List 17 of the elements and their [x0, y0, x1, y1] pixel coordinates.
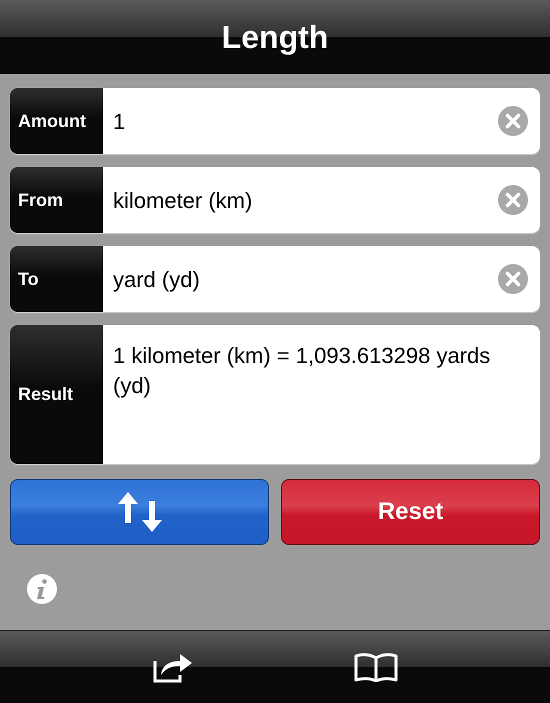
swap-button[interactable] [10, 479, 269, 545]
reset-button[interactable]: Reset [281, 479, 540, 545]
input-field[interactable]: yard (yd) [103, 246, 540, 312]
field-label: To [10, 246, 103, 312]
input-field[interactable]: kilometer (km) [103, 167, 540, 233]
clear-icon[interactable] [498, 185, 528, 215]
clear-icon[interactable] [498, 106, 528, 136]
input-field[interactable]: 1 [103, 88, 540, 154]
window-title: Length [222, 18, 328, 57]
field-label: From [10, 167, 103, 233]
field-label: Result [10, 325, 103, 464]
share-icon[interactable] [152, 651, 194, 683]
info-icon[interactable] [26, 573, 58, 605]
clear-icon[interactable] [498, 264, 528, 294]
field-label: Amount [10, 88, 103, 154]
book-icon[interactable] [354, 652, 398, 682]
result-text: 1 kilometer (km) = 1,093.613298 yards (yd) [113, 342, 492, 400]
